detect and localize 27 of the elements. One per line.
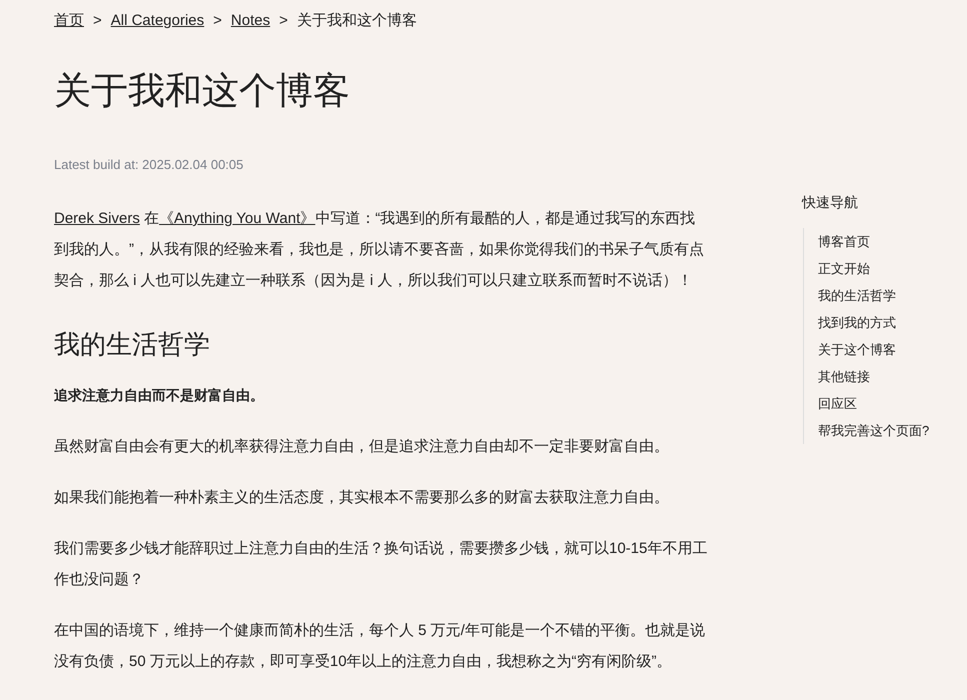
breadcrumb-separator: > [213, 11, 222, 31]
breadcrumb-link[interactable]: Notes [230, 10, 270, 31]
paragraph: 如果我们能抱着一种朴素主义的生活态度，其实根本不需要那么多的财富去获取注意力自由。 [54, 488, 670, 508]
paragraph: Derek Sivers 在《Anything You Want》中写道：“我遇到的所有最酷的人，都是通过我写的东西找到我的人。”，从我有限的经验来看，我也是，所以请不要吝啬，如果你觉得我们的书呆子气质有点契合，那么 i 人也可以先建立一种联系（因为是 i 人，所以我们可以只建立联系而暂时不说话）！ [54, 209, 705, 291]
breadcrumb-link[interactable]: 首页 [54, 10, 84, 31]
toc-link[interactable]: 回应区 [818, 394, 857, 412]
bold-statement: 追求注意力自由而不是财富自由。 [54, 386, 265, 405]
breadcrumb-separator: > [93, 11, 102, 31]
toc-link[interactable]: 我的生活哲学 [818, 286, 896, 304]
toc-title: 快速导航 [802, 193, 859, 212]
toc-link[interactable]: 找到我的方式 [818, 314, 896, 332]
text-link[interactable]: Derek Sivers [54, 210, 140, 227]
breadcrumb-current: 关于我和这个博客 [296, 11, 417, 31]
paragraph: 我们需要多少钱才能辞职过上注意力自由的生活？换句话说，需要攒多少钱，就可以10-15年不用工作也没问题？ [54, 539, 708, 590]
toc-link[interactable]: 关于这个博客 [818, 340, 896, 358]
breadcrumb-separator: > [279, 11, 288, 31]
toc-link[interactable]: 正文开始 [818, 260, 870, 278]
text-link[interactable]: 《Anything You Want》 [159, 210, 316, 227]
page-title: 关于我和这个博客 [54, 69, 351, 113]
breadcrumb-link[interactable]: All Categories [110, 10, 204, 31]
paragraph: 在中国的语境下，维持一个健康而简朴的生活，每个人 5 万元/年可能是一个不错的平衡。也就是说没有负债，50 万元以上的存款，即可享受10年以上的注意力自由，我想称之为“穷有闲阶级”。 [54, 621, 706, 672]
section-heading: 我的生活哲学 [54, 328, 211, 361]
toc-link[interactable]: 帮我完善这个页面? [818, 422, 930, 440]
build-info: Latest build at: 2025.02.04 00:05 [54, 156, 244, 174]
toc-link[interactable]: 博客首页 [818, 232, 870, 250]
toc-link[interactable]: 其他链接 [818, 368, 870, 386]
paragraph: 虽然财富自由会有更大的机率获得注意力自由，但是追求注意力自由却不一定非要财富自由。 [54, 437, 670, 457]
